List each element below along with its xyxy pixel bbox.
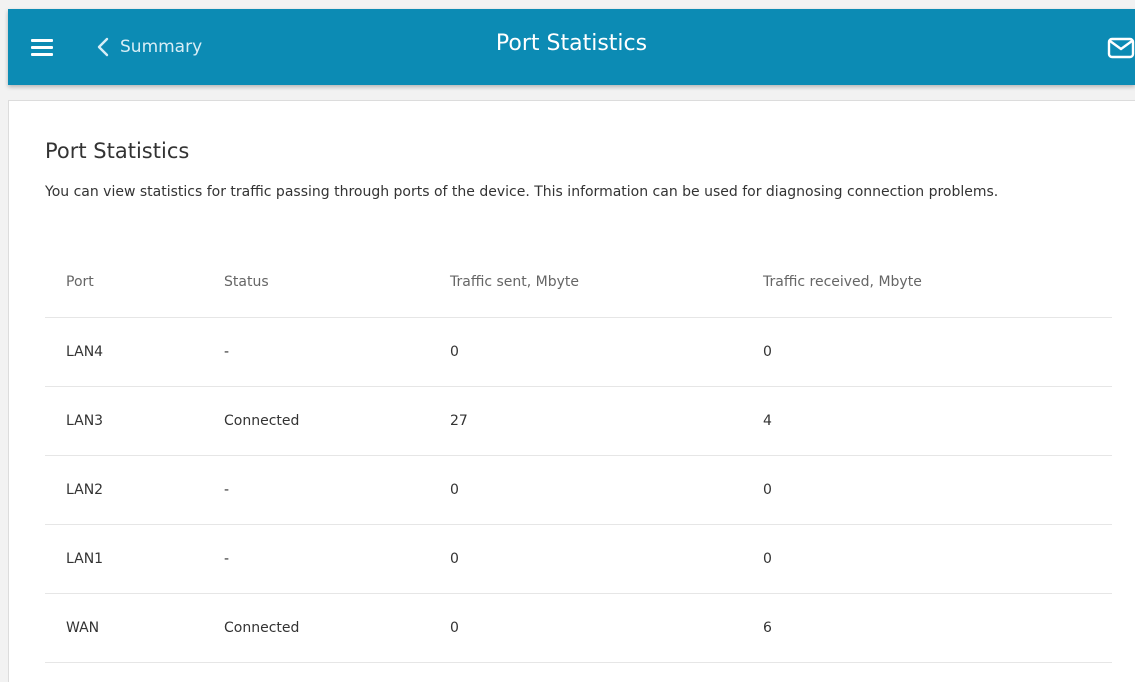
main-content: Port Statistics You can view statistics … — [8, 100, 1135, 682]
column-header-port: Port — [45, 248, 203, 318]
status-cell: - — [203, 524, 429, 594]
table-row: LAN3 Connected 27 4 — [45, 386, 1112, 456]
status-cell: Connected — [203, 386, 429, 456]
column-header-traffic-received: Traffic received, Mbyte — [742, 248, 1112, 318]
traffic-sent-cell: 0 — [429, 524, 742, 594]
status-cell: - — [203, 455, 429, 525]
page-description: You can view statistics for traffic pass… — [45, 184, 999, 200]
traffic-sent-cell: 27 — [429, 386, 742, 456]
page-title: Port Statistics — [45, 139, 190, 163]
traffic-received-cell: 4 — [742, 386, 1112, 456]
traffic-received-cell: 6 — [742, 593, 1112, 663]
app-frame: Summary Port Statistics Port Statistics … — [0, 0, 1135, 682]
column-header-traffic-sent: Traffic sent, Mbyte — [429, 248, 742, 318]
header-title: Port Statistics — [495, 31, 648, 56]
table-row: LAN4 - 0 0 — [45, 317, 1112, 387]
port-cell: LAN2 — [45, 455, 203, 525]
port-cell: WAN — [45, 593, 203, 663]
status-cell: - — [203, 317, 429, 387]
traffic-received-cell: 0 — [742, 524, 1112, 594]
column-header-status: Status — [203, 248, 429, 318]
traffic-received-cell: 0 — [742, 317, 1112, 387]
traffic-sent-cell: 0 — [429, 455, 742, 525]
traffic-sent-cell: 0 — [429, 317, 742, 387]
port-cell: LAN1 — [45, 524, 203, 594]
top-bar: Summary Port Statistics — [8, 9, 1135, 85]
traffic-sent-cell: 0 — [429, 593, 742, 663]
status-cell: Connected — [203, 593, 429, 663]
table-row: LAN2 - 0 0 — [45, 455, 1112, 525]
port-cell: LAN3 — [45, 386, 203, 456]
table-row: LAN1 - 0 0 — [45, 524, 1112, 594]
table-row: WAN Connected 0 6 — [45, 593, 1112, 663]
table-header-row: Port Status Traffic sent, Mbyte Traffic … — [45, 248, 1112, 318]
mail-icon[interactable] — [1107, 37, 1135, 59]
traffic-received-cell: 0 — [742, 455, 1112, 525]
port-statistics-table: Port Status Traffic sent, Mbyte Traffic … — [45, 248, 1112, 663]
port-cell: LAN4 — [45, 317, 203, 387]
